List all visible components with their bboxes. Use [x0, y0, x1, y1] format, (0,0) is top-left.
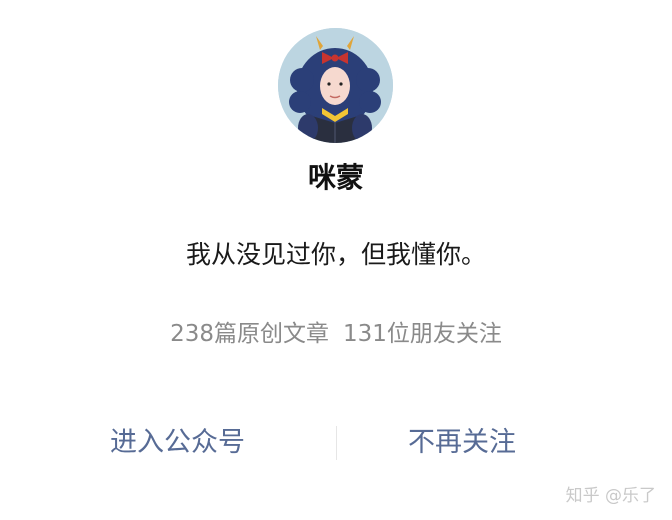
account-stats: 238篇原创文章 131位朋友关注: [0, 318, 672, 350]
avatar[interactable]: [278, 28, 393, 143]
follow-card: 咪蒙 我从没见过你，但我懂你。 238篇原创文章 131位朋友关注 进入公众号 不…: [0, 0, 672, 520]
friends-following-count: 131位朋友关注: [343, 321, 502, 347]
account-name: 咪蒙: [307, 161, 364, 194]
account-bio: 我从没见过你，但我懂你。: [185, 240, 486, 269]
watermark: 知乎 @乐了: [565, 486, 656, 506]
unfollow-button[interactable]: 不再关注: [408, 420, 516, 466]
avatar-illustration: [278, 28, 393, 143]
action-bar: 进入公众号 不再关注: [0, 420, 672, 466]
action-divider: [336, 426, 337, 460]
article-count: 238篇原创文章: [170, 321, 329, 347]
enter-account-button[interactable]: 进入公众号: [110, 420, 245, 466]
